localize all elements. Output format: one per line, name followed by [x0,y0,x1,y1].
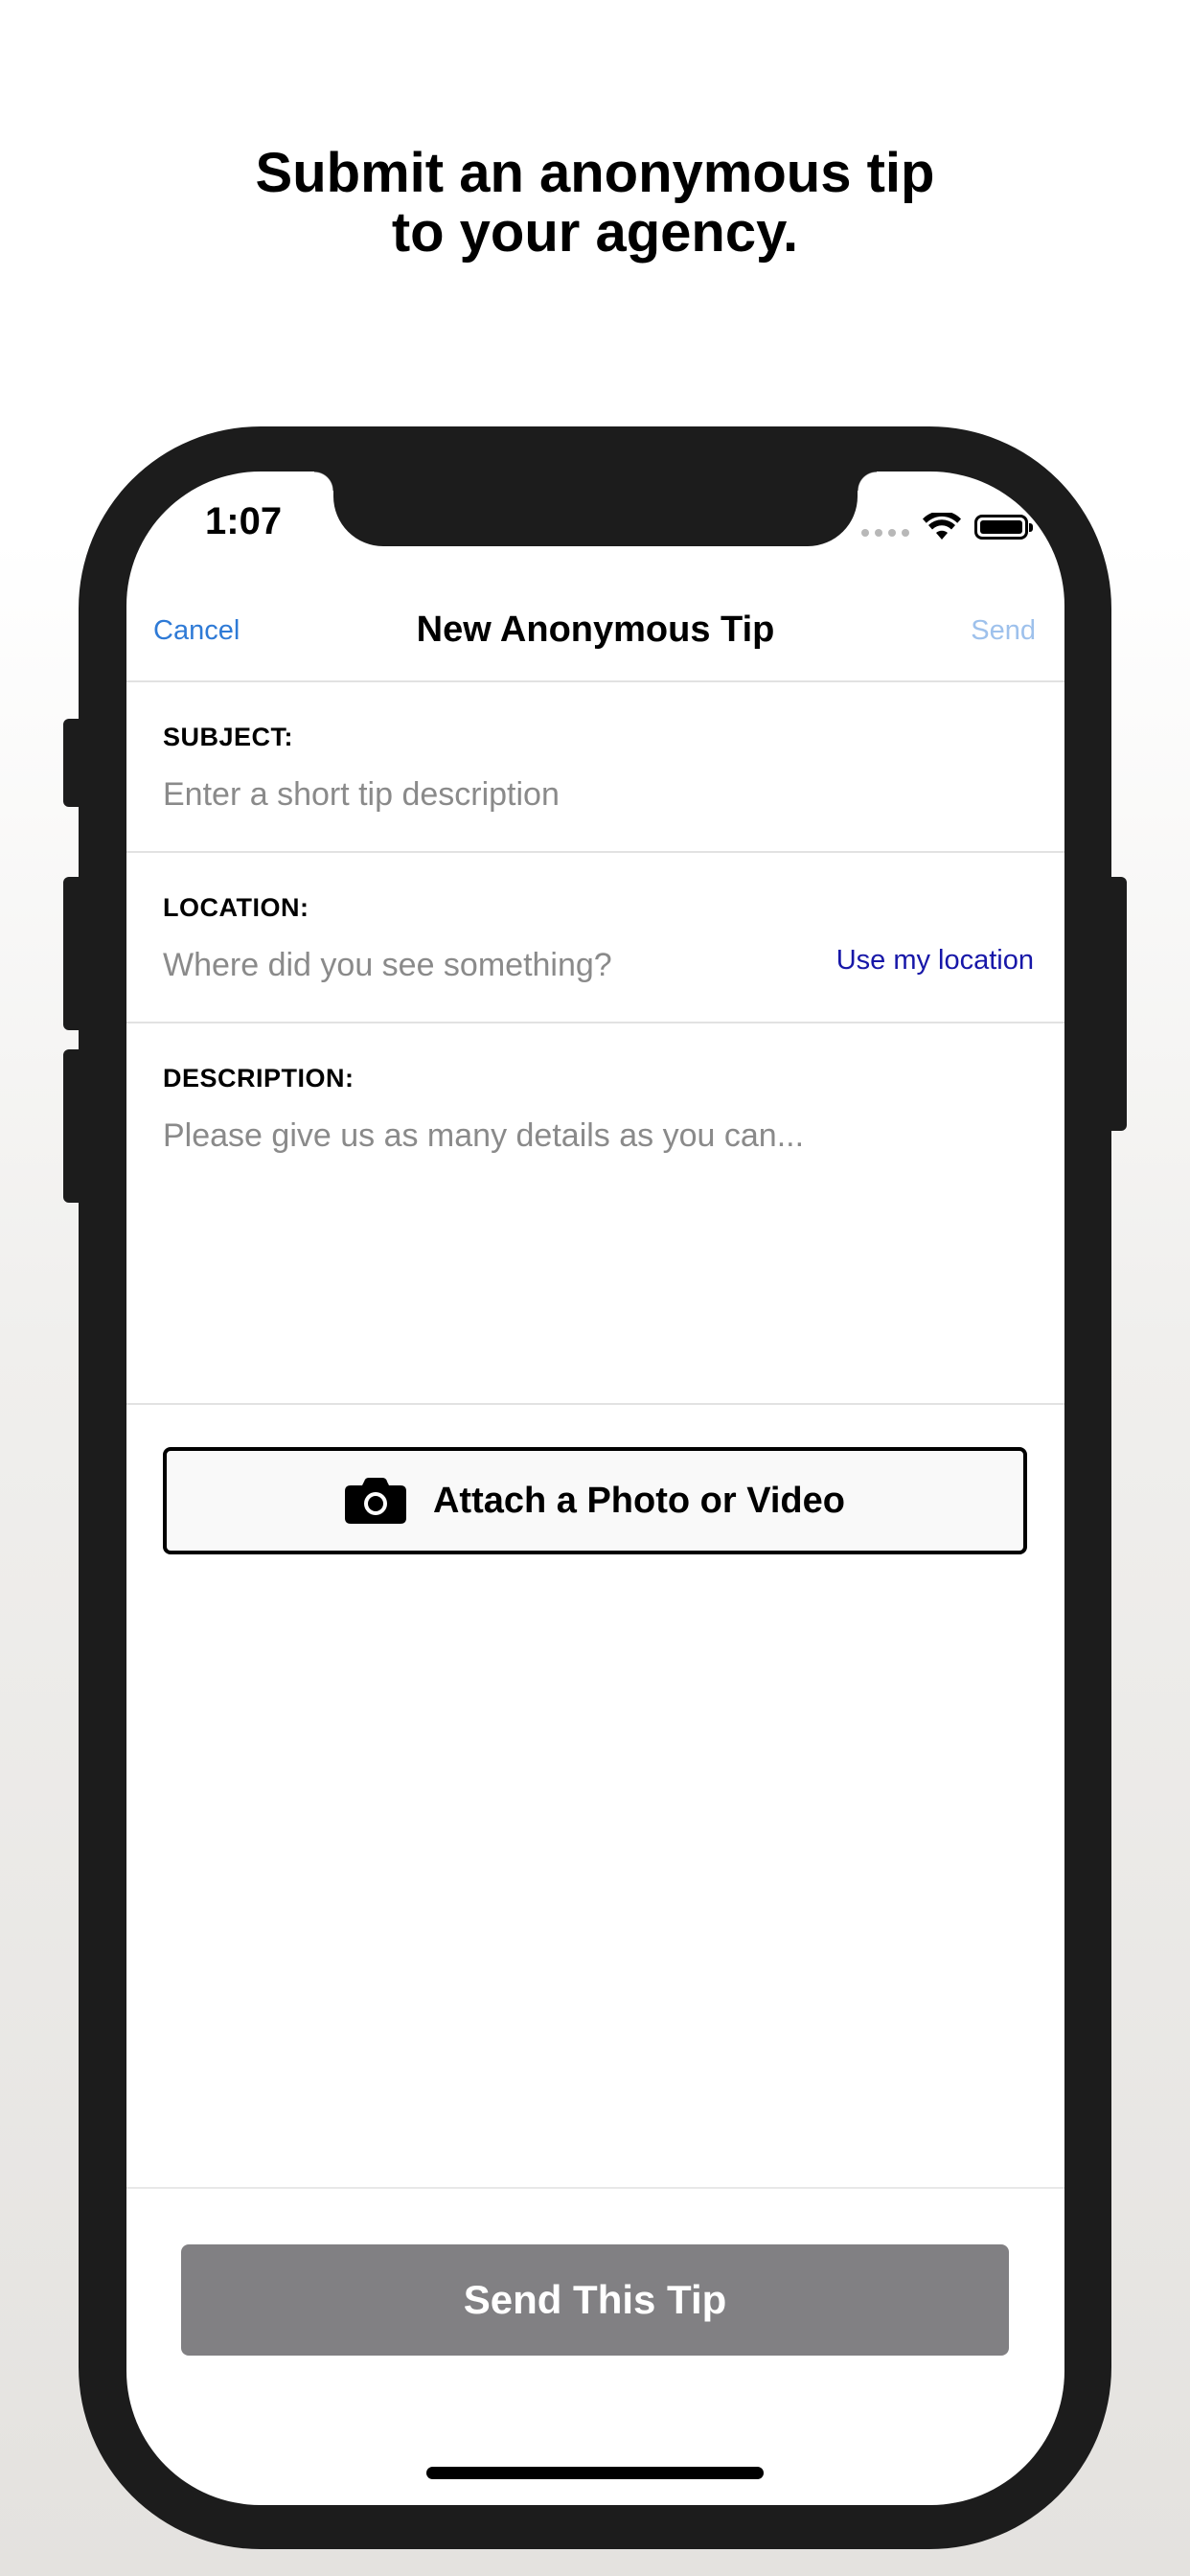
navigation-bar: Cancel New Anonymous Tip Send [126,596,1064,682]
home-indicator[interactable] [426,2467,764,2479]
location-input[interactable]: Where did you see something? [163,947,612,984]
use-my-location-button[interactable]: Use my location [836,945,1034,977]
promo-headline: Submit an anonymous tip to your agency. [0,144,1190,263]
send-button[interactable]: Send [971,615,1036,647]
subject-label: SUBJECT: [163,723,294,751]
location-field[interactable]: LOCATION: Where did you see something? U… [126,853,1064,1024]
notch [314,472,877,546]
status-time: 1:07 [205,500,283,542]
location-label: LOCATION: [163,893,309,922]
attach-photo-video-button[interactable]: Attach a Photo or Video [163,1447,1027,1554]
subject-input[interactable]: Enter a short tip description [163,776,560,814]
send-this-tip-button[interactable]: Send This Tip [181,2244,1009,2356]
wifi-icon [923,513,961,540]
camera-icon [344,1478,406,1524]
bottom-divider [126,2187,1064,2189]
headline-line-1: Submit an anonymous tip [255,142,935,204]
attach-label: Attach a Photo or Video [432,1480,845,1521]
description-label: DESCRIPTION: [163,1064,355,1092]
description-input[interactable]: Please give us as many details as you ca… [163,1117,804,1155]
phone-screen: 1:07 Cancel New Anonymous Tip Send SUBJE… [126,472,1064,2505]
status-icons [861,508,1033,546]
nav-title: New Anonymous Tip [416,610,775,650]
battery-icon [974,515,1033,540]
description-field[interactable]: DESCRIPTION: Please give us as many deta… [126,1024,1064,1405]
signal-dots-icon [861,518,909,537]
subject-field[interactable]: SUBJECT: Enter a short tip description [126,682,1064,853]
headline-line-2: to your agency. [391,201,799,264]
